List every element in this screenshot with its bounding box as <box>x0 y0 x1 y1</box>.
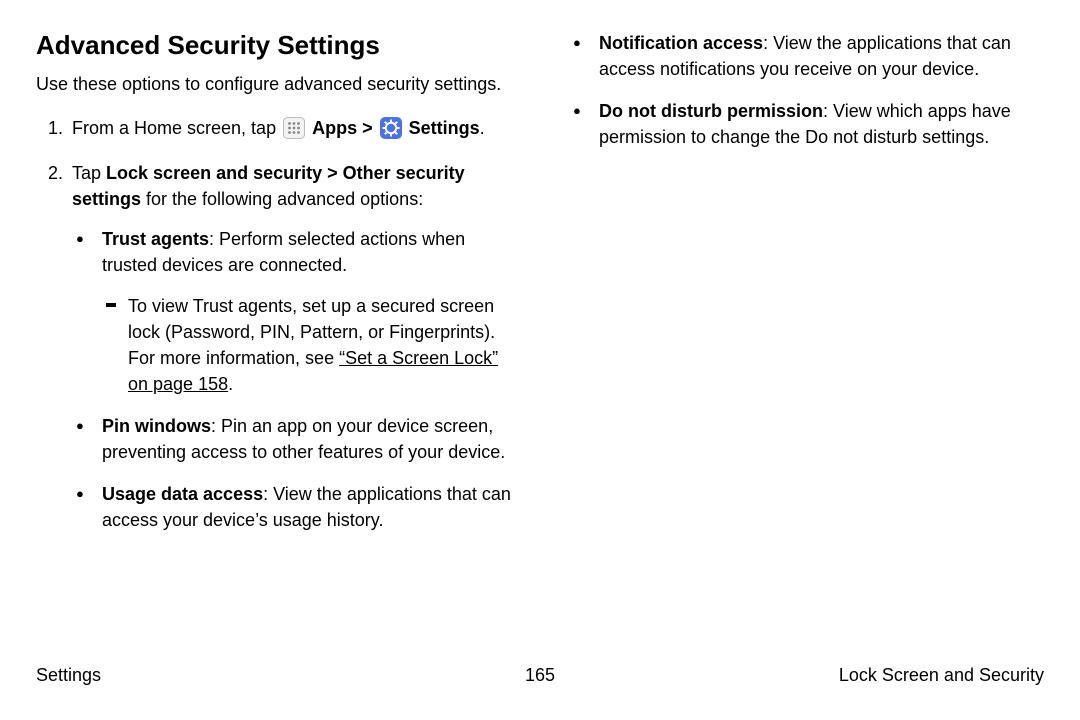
trust-bold: Trust agents <box>102 229 209 249</box>
settings-label: Settings <box>409 118 480 138</box>
option-usage-data: Usage data access: View the applications… <box>98 481 515 533</box>
trust-sublist: To view Trust agents, set up a secured s… <box>102 293 515 397</box>
options-list-continued: Notification access: View the applicatio… <box>565 30 1044 150</box>
apps-icon <box>283 117 305 146</box>
usage-bold: Usage data access <box>102 484 263 504</box>
apps-label: Apps <box>312 118 357 138</box>
step-2: Tap Lock screen and security > Other sec… <box>68 160 515 533</box>
step2-suffix: for the following advanced options: <box>141 189 423 209</box>
right-column: Notification access: View the applicatio… <box>565 30 1044 549</box>
footer-left: Settings <box>36 665 101 686</box>
intro-text: Use these options to configure advanced … <box>36 71 515 97</box>
notif-bold: Notification access <box>599 33 763 53</box>
options-list: Trust agents: Perform selected actions w… <box>72 226 515 533</box>
option-trust-agents: Trust agents: Perform selected actions w… <box>98 226 515 397</box>
trust-subitem: To view Trust agents, set up a secured s… <box>128 293 515 397</box>
option-notification-access: Notification access: View the applicatio… <box>595 30 1044 82</box>
left-column: Advanced Security Settings Use these opt… <box>36 30 515 549</box>
period: . <box>480 118 485 138</box>
page-number: 165 <box>525 665 555 686</box>
step1-text: From a Home screen, tap <box>72 118 281 138</box>
footer-right: Lock Screen and Security <box>839 665 1044 686</box>
pin-bold: Pin windows <box>102 416 211 436</box>
period2: . <box>228 374 233 394</box>
step-1: From a Home screen, tap Apps > <box>68 115 515 146</box>
step2-prefix: Tap <box>72 163 106 183</box>
option-dnd-permission: Do not disturb permission: View which ap… <box>595 98 1044 150</box>
option-pin-windows: Pin windows: Pin an app on your device s… <box>98 413 515 465</box>
dnd-bold: Do not disturb permission <box>599 101 823 121</box>
chevron: > <box>362 118 378 138</box>
page-heading: Advanced Security Settings <box>36 30 515 61</box>
settings-icon <box>380 117 402 146</box>
steps-list: From a Home screen, tap Apps > <box>36 115 515 533</box>
page-footer: Settings 165 Lock Screen and Security <box>36 665 1044 686</box>
